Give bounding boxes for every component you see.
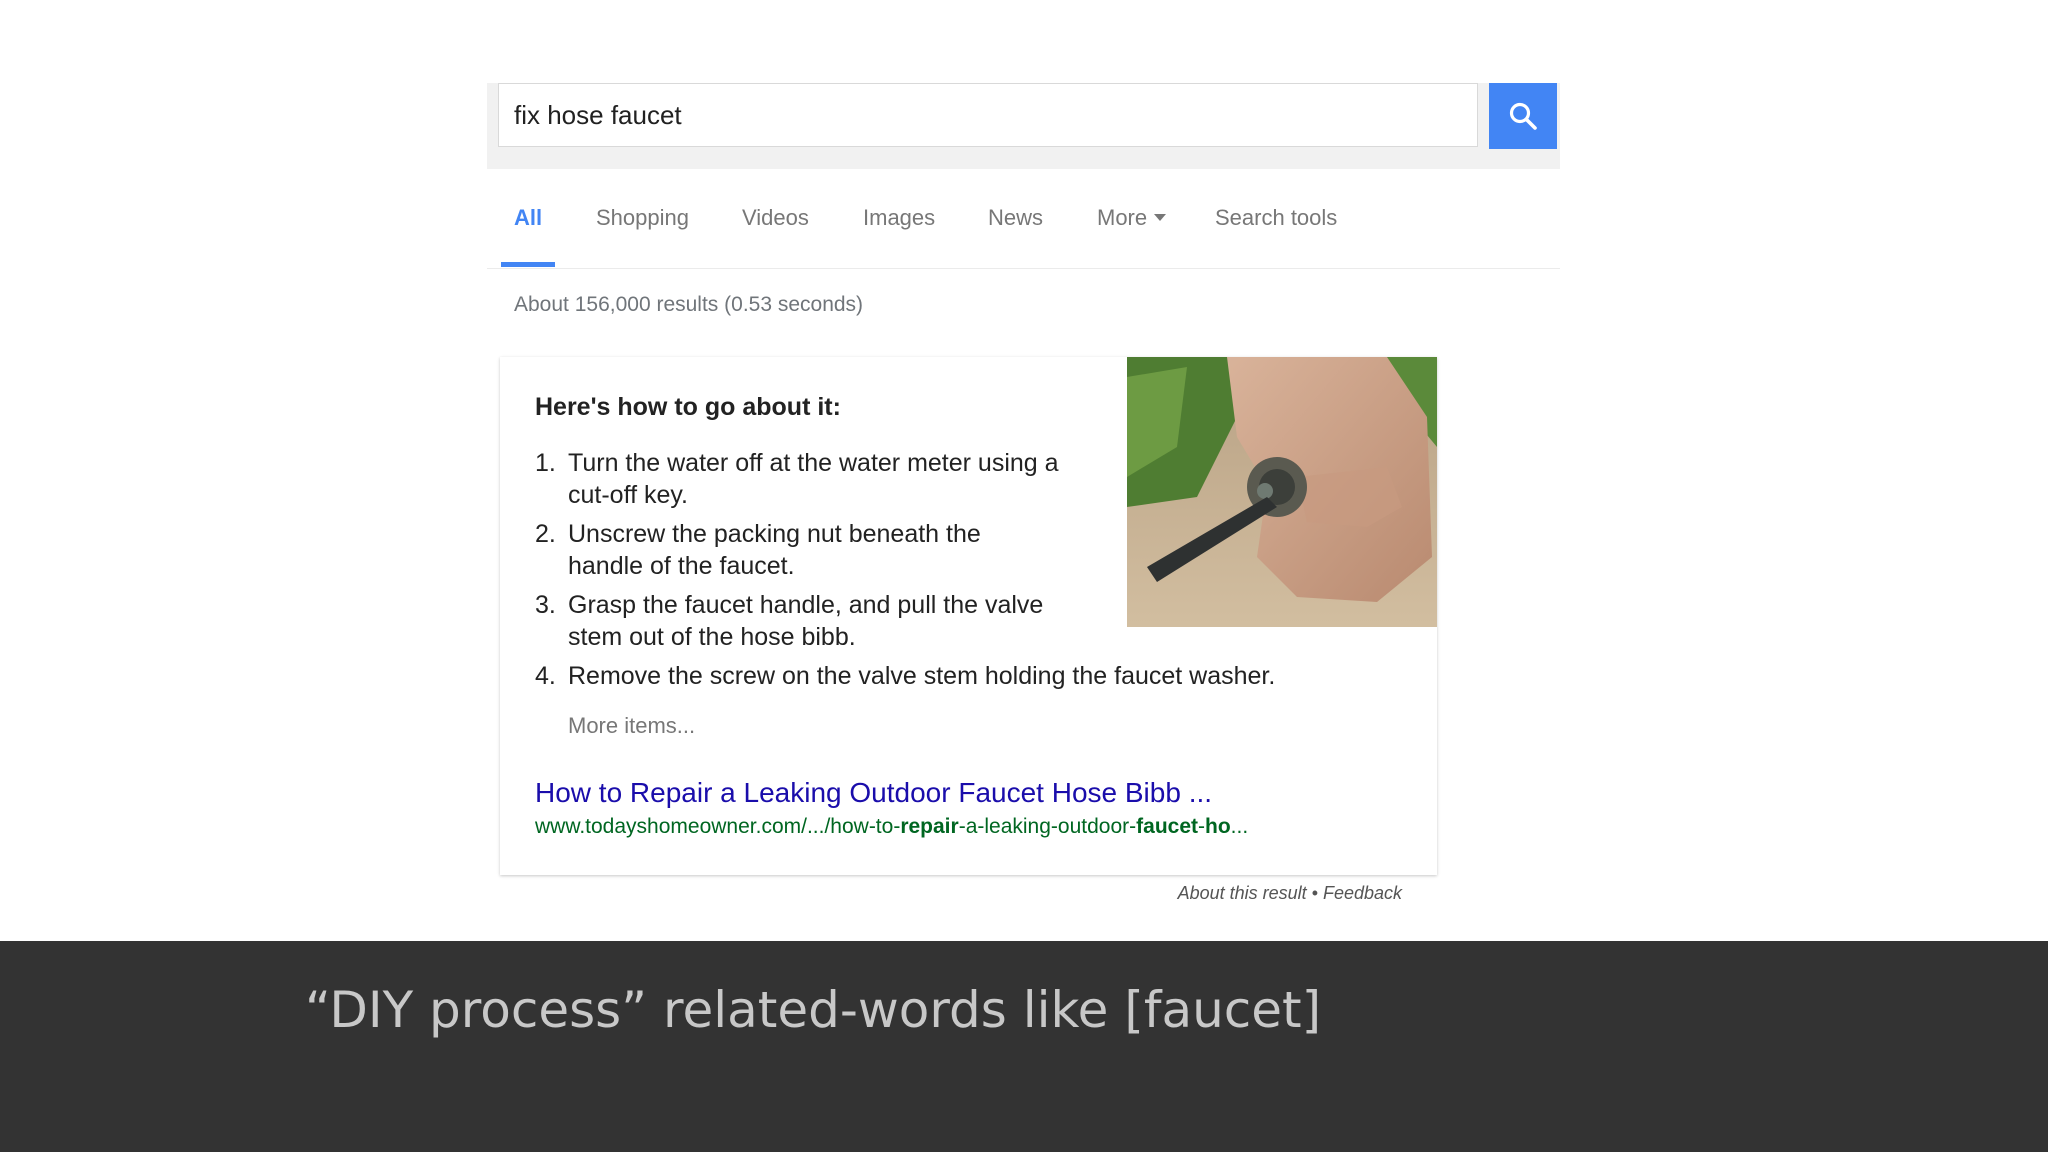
tab-search-tools[interactable]: Search tools (1215, 205, 1337, 231)
snippet-heading: Here's how to go about it: (535, 393, 841, 421)
url-bold-part: repair (900, 815, 959, 838)
tab-more[interactable]: More (1097, 205, 1167, 231)
url-part: www.todayshomeowner.com/.../how-to- (535, 815, 901, 838)
tab-news[interactable]: News (988, 205, 1043, 231)
step-text: Grasp the faucet handle, and pull the va… (568, 591, 1044, 651)
url-part: -a-leaking-outdoor- (958, 815, 1137, 838)
search-button[interactable] (1489, 83, 1557, 149)
list-item: 1. Turn the water off at the water meter… (535, 447, 1415, 511)
tab-more-label: More (1097, 205, 1148, 230)
step-number: 3. (535, 591, 556, 619)
slide-caption: “DIY process” related-words like [faucet… (305, 981, 1322, 1039)
search-tabs: All Shopping Videos Images News More Sea… (487, 170, 1560, 269)
step-number: 4. (535, 662, 556, 690)
tab-videos[interactable]: Videos (742, 205, 809, 231)
step-text: Turn the water off at the water meter us… (568, 449, 1059, 509)
about-feedback-link[interactable]: About this result • Feedback (1100, 883, 1402, 904)
search-query: fix hose faucet (514, 99, 682, 130)
featured-snippet: Here's how to go about it: 1. Turn the w… (500, 357, 1437, 875)
url-part: ... (1230, 815, 1249, 838)
list-item: 2. Unscrew the packing nut beneath the h… (535, 518, 1415, 582)
step-number: 2. (535, 520, 556, 548)
list-item: 4. Remove the screw on the valve stem ho… (535, 660, 1415, 692)
search-icon (1509, 102, 1537, 130)
search-input[interactable]: fix hose faucet (498, 83, 1478, 147)
step-number: 1. (535, 449, 556, 477)
tab-all[interactable]: All (514, 205, 542, 231)
step-text: Remove the screw on the valve stem holdi… (568, 662, 1276, 690)
results-count: About 156,000 results (0.53 seconds) (514, 293, 864, 316)
caption-band: “DIY process” related-words like [faucet… (0, 941, 2048, 1152)
result-title-link[interactable]: How to Repair a Leaking Outdoor Faucet H… (535, 777, 1212, 809)
result-url[interactable]: www.todayshomeowner.com/.../how-to-repai… (535, 815, 1248, 839)
url-part: - (1198, 815, 1205, 838)
list-item: 3. Grasp the faucet handle, and pull the… (535, 589, 1415, 653)
steps-list: 1. Turn the water off at the water meter… (535, 447, 1415, 699)
caret-down-icon (1154, 213, 1167, 221)
url-bold-part: faucet (1136, 815, 1198, 838)
search-bar-area: fix hose faucet (487, 83, 1560, 169)
slide: fix hose faucet All Shopping Videos Imag… (0, 0, 2048, 1152)
tab-images[interactable]: Images (863, 205, 935, 231)
active-tab-indicator (501, 262, 555, 267)
step-text: Unscrew the packing nut beneath the hand… (568, 520, 981, 580)
tab-shopping[interactable]: Shopping (596, 205, 689, 231)
more-items-link[interactable]: More items... (568, 713, 695, 739)
url-bold-part: ho (1205, 815, 1231, 838)
